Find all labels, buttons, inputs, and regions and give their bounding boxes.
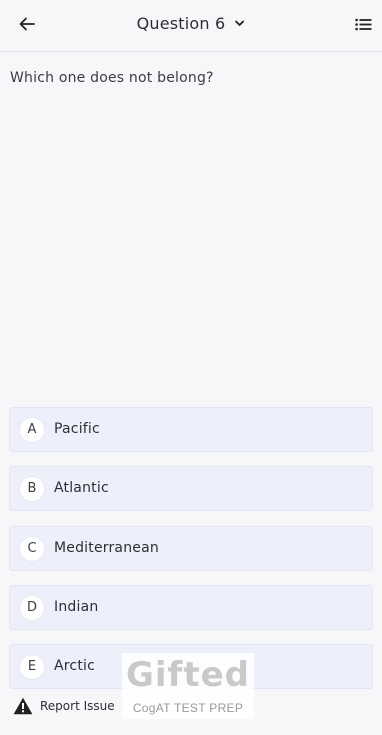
- report-issue-label: Report Issue: [40, 699, 115, 713]
- option-label: Atlantic: [54, 480, 109, 496]
- warning-icon: [13, 697, 33, 715]
- option-label: Mediterranean: [54, 540, 159, 556]
- arrow-left-icon: [19, 16, 35, 35]
- answer-option-d[interactable]: D Indian: [9, 585, 373, 630]
- answer-option-a[interactable]: A Pacific: [9, 407, 373, 452]
- answer-option-c[interactable]: C Mediterranean: [9, 526, 373, 571]
- option-label: Arctic: [54, 658, 95, 674]
- page-title: Question 6: [136, 14, 226, 33]
- option-letter: A: [20, 418, 44, 442]
- quiz-screen: Question 6 Which one does not belong? A …: [0, 0, 382, 735]
- report-issue-button[interactable]: Report Issue: [13, 697, 115, 715]
- back-button[interactable]: [14, 12, 40, 38]
- header-bar: Question 6: [0, 0, 382, 52]
- option-letter: D: [20, 596, 44, 620]
- option-letter: C: [20, 537, 44, 561]
- option-label: Pacific: [54, 421, 100, 437]
- option-letter: B: [20, 477, 44, 501]
- watermark-tagline: CogAT TEST PREP: [132, 701, 244, 715]
- question-list-button[interactable]: [352, 14, 374, 36]
- brand-watermark: Gifted CogAT TEST PREP: [122, 653, 254, 719]
- question-text: Which one does not belong?: [10, 70, 214, 86]
- list-icon: [354, 16, 372, 35]
- chevron-down-icon: [233, 18, 245, 30]
- watermark-brand: Gifted: [125, 655, 250, 695]
- option-letter: E: [20, 655, 44, 679]
- answer-option-b[interactable]: B Atlantic: [9, 466, 373, 511]
- option-label: Indian: [54, 599, 99, 615]
- question-selector[interactable]: Question 6: [137, 14, 246, 33]
